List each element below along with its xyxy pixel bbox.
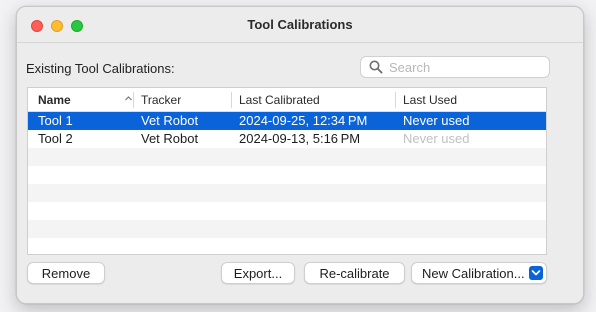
cell-tracker: Vet Robot (141, 113, 199, 128)
cell-name: Tool 2 (38, 131, 73, 146)
cell-last-calibrated: 2024-09-25, 12:34 PM (239, 113, 368, 128)
table-row[interactable]: Tool 1 Vet Robot 2024-09-25, 12:34 PM Ne… (28, 112, 546, 130)
empty-row (28, 148, 546, 166)
cell-last-used: Never used (403, 113, 470, 128)
empty-row (28, 238, 546, 254)
chevron-down-icon[interactable] (529, 266, 543, 280)
column-separator (231, 92, 232, 108)
column-separator (133, 92, 134, 108)
calibrations-table: Name Tracker Last Calibrated Last Used T… (27, 87, 547, 255)
cell-tracker: Vet Robot (141, 131, 199, 146)
cell-last-calibrated: 2024-09-13, 5:16 PM (239, 131, 361, 146)
column-separator (395, 92, 396, 108)
existing-calibrations-label: Existing Tool Calibrations: (26, 61, 175, 76)
column-header-name[interactable]: Name (38, 93, 71, 109)
window-title: Tool Calibrations (247, 17, 353, 32)
search-icon (369, 60, 383, 74)
empty-row (28, 166, 546, 184)
column-header-last-calibrated[interactable]: Last Calibrated (239, 93, 320, 109)
recalibrate-button[interactable]: Re-calibrate (304, 262, 405, 284)
new-calibration-button[interactable]: New Calibration... (411, 262, 547, 284)
cell-last-used: Never used (403, 131, 470, 146)
empty-row (28, 184, 546, 202)
export-button[interactable]: Export... (221, 262, 295, 284)
remove-button[interactable]: Remove (27, 262, 105, 284)
column-header-tracker[interactable]: Tracker (141, 93, 181, 109)
empty-row (28, 202, 546, 220)
search-input[interactable] (389, 59, 544, 75)
column-header-last-used[interactable]: Last Used (403, 93, 457, 109)
search-field[interactable] (360, 56, 550, 78)
empty-row (28, 220, 546, 238)
table-header: Name Tracker Last Calibrated Last Used (28, 88, 546, 112)
titlebar: Tool Calibrations (17, 7, 583, 43)
table-row[interactable]: Tool 2 Vet Robot 2024-09-13, 5:16 PM Nev… (28, 130, 546, 148)
new-calibration-label: New Calibration... (422, 265, 525, 281)
cell-name: Tool 1 (38, 113, 73, 128)
